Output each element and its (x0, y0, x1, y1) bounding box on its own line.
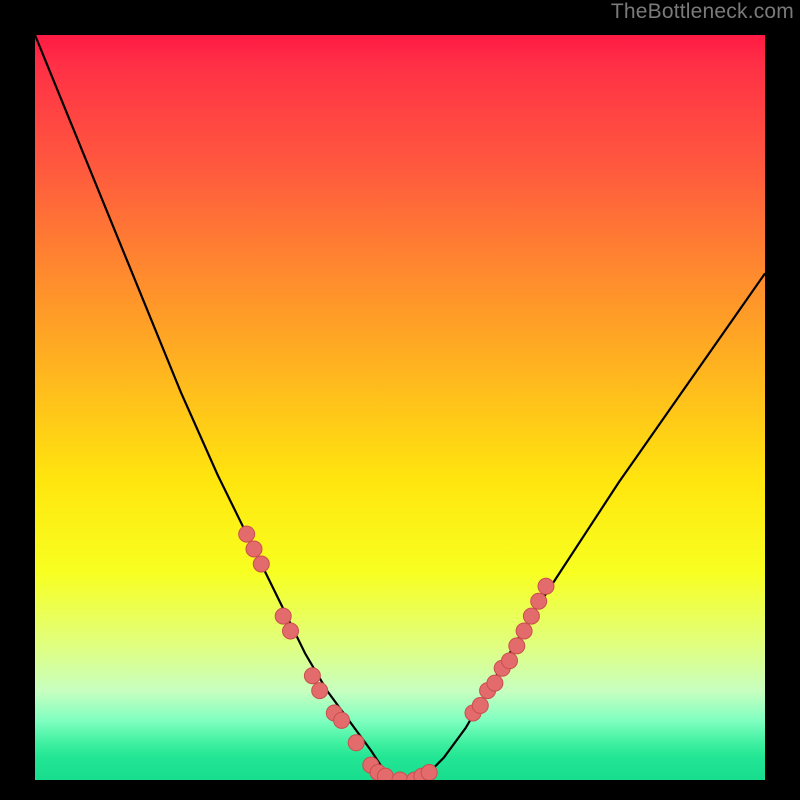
data-marker (523, 608, 539, 624)
data-marker (334, 712, 350, 728)
data-marker (487, 675, 503, 691)
data-marker (509, 638, 525, 654)
watermark-text: TheBottleneck.com (611, 0, 794, 24)
data-marker (246, 541, 262, 557)
data-marker (392, 772, 408, 780)
data-marker (421, 765, 437, 781)
data-marker (502, 653, 518, 669)
plot-area (35, 35, 765, 780)
data-marker (472, 698, 488, 714)
data-marker (348, 735, 364, 751)
data-marker (304, 668, 320, 684)
data-marker (312, 683, 328, 699)
data-marker (516, 623, 532, 639)
bottleneck-curve-path (35, 35, 765, 780)
data-marker (377, 768, 393, 780)
data-marker (538, 578, 554, 594)
marker-group (239, 526, 554, 780)
data-marker (275, 608, 291, 624)
chart-svg (35, 35, 765, 780)
data-marker (531, 593, 547, 609)
outer-frame: TheBottleneck.com (0, 0, 800, 800)
data-marker (253, 556, 269, 572)
data-marker (283, 623, 299, 639)
data-marker (239, 526, 255, 542)
